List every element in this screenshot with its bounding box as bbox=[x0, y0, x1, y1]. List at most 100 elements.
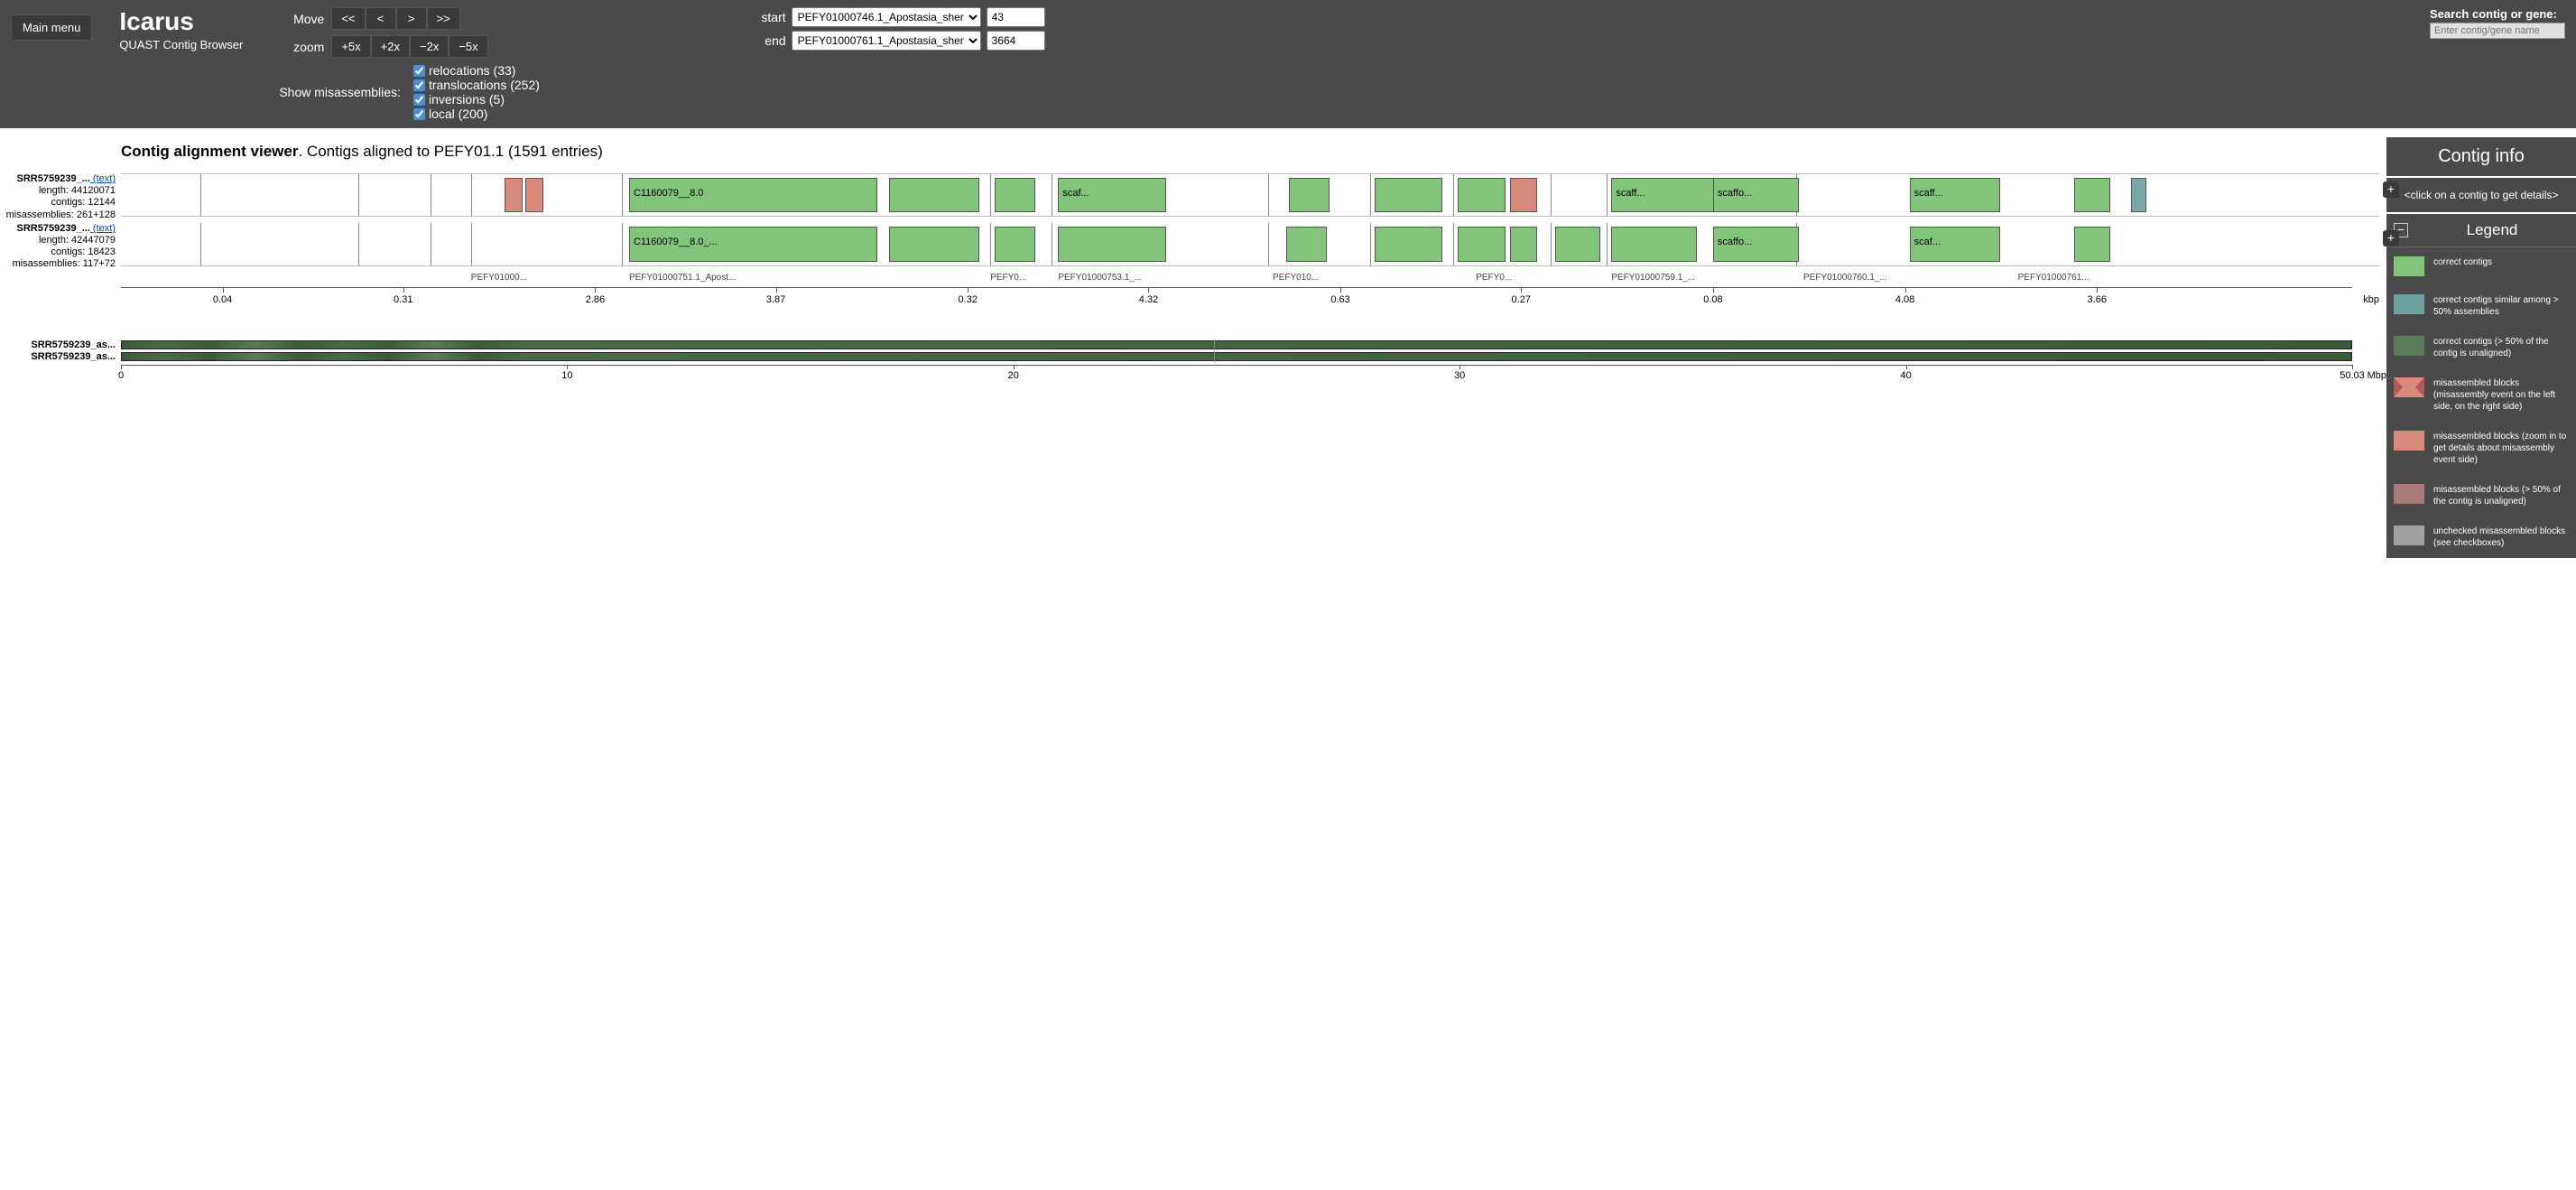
start-select[interactable]: PEFY01000746.1_Apostasia_shenz... bbox=[792, 7, 981, 27]
contig-block[interactable] bbox=[1510, 227, 1537, 262]
mini-tick-label: 0 bbox=[118, 370, 124, 381]
reference-label: PEFY010... bbox=[1273, 273, 1319, 283]
misassembly-checkbox[interactable] bbox=[413, 108, 425, 120]
contig-block[interactable] bbox=[1375, 227, 1442, 262]
legend-item: unchecked misassembled blocks (see check… bbox=[2386, 516, 2576, 558]
contig-block[interactable] bbox=[1611, 227, 1697, 262]
search-block: Search contig or gene: bbox=[2430, 7, 2565, 39]
mini-tick-label: 30 bbox=[1454, 370, 1465, 381]
contig-block[interactable] bbox=[889, 178, 979, 212]
axis-tick-label: 0.31 bbox=[394, 294, 412, 305]
misassembly-checkbox[interactable] bbox=[413, 94, 425, 106]
legend-swatch bbox=[2394, 294, 2424, 314]
legend-swatch bbox=[2394, 336, 2424, 356]
contig-block[interactable] bbox=[1058, 227, 1166, 262]
mini-tick-label: 10 bbox=[561, 370, 572, 381]
contig-block[interactable] bbox=[1510, 178, 1537, 212]
track-stat: length: 42447079 bbox=[4, 235, 116, 246]
misassembly-label-text: translocations (252) bbox=[429, 78, 540, 92]
search-label: Search contig or gene: bbox=[2430, 7, 2565, 21]
axis-tick-label: 2.86 bbox=[586, 294, 605, 305]
contig-block[interactable] bbox=[889, 227, 979, 262]
legend-item: misassembled blocks (> 50% of the contig… bbox=[2386, 475, 2576, 516]
start-label: start bbox=[750, 10, 786, 24]
contig-block[interactable]: scaffo... bbox=[1713, 178, 1799, 212]
overview-track[interactable] bbox=[121, 340, 2352, 349]
contig-block[interactable] bbox=[2074, 227, 2110, 262]
misassembly-item: local (200) bbox=[413, 107, 540, 121]
contig-block[interactable] bbox=[2131, 178, 2147, 212]
move-button[interactable]: << bbox=[331, 7, 365, 30]
end-input[interactable] bbox=[987, 31, 1045, 51]
contig-block[interactable] bbox=[1458, 227, 1506, 262]
axis-tick-label: 4.32 bbox=[1139, 294, 1158, 305]
contig-block[interactable] bbox=[995, 227, 1035, 262]
move-button[interactable]: > bbox=[396, 7, 427, 30]
track-text-link[interactable]: (text) bbox=[90, 223, 116, 234]
zoom-button[interactable]: +2x bbox=[371, 35, 410, 58]
contig-block[interactable] bbox=[995, 178, 1035, 212]
expand-track-button[interactable]: + bbox=[2383, 181, 2399, 198]
end-select[interactable]: PEFY01000761.1_Apostasia_shenz... bbox=[792, 31, 981, 51]
move-button[interactable]: < bbox=[366, 7, 396, 30]
contig-block[interactable]: C1160079__8.0 bbox=[629, 178, 877, 212]
contig-block[interactable]: scaffo... bbox=[1713, 227, 1799, 262]
contig-block[interactable] bbox=[505, 178, 523, 212]
legend-text: unchecked misassembled blocks (see check… bbox=[2433, 525, 2569, 549]
axis-tick-label: 0.27 bbox=[1512, 294, 1531, 305]
zoom-label: zoom bbox=[279, 40, 324, 54]
contig-block[interactable] bbox=[2074, 178, 2110, 212]
title-block: Icarus QUAST Contig Browser bbox=[119, 7, 243, 51]
overview-track-label: SRR5759239_as... bbox=[4, 351, 121, 362]
reference-label: PEFY01000761... bbox=[2018, 273, 2090, 283]
track-area[interactable]: C1160079__8.0scaf...scaff...scaffo...sca… bbox=[121, 173, 2379, 217]
reference-label: PEFY01000753.1_... bbox=[1058, 273, 1142, 283]
legend-title: Legend bbox=[2415, 221, 2569, 239]
axis-tick-label: 0.63 bbox=[1330, 294, 1349, 305]
misassembly-item: inversions (5) bbox=[413, 92, 540, 107]
main-menu-button[interactable]: Main menu bbox=[11, 14, 92, 41]
misassembly-checkbox[interactable] bbox=[413, 65, 425, 77]
end-label: end bbox=[750, 33, 786, 48]
contig-block[interactable] bbox=[1289, 178, 1330, 212]
misassembly-label-text: inversions (5) bbox=[429, 92, 505, 107]
reference-label: PEFY01000... bbox=[471, 273, 527, 283]
contig-block[interactable]: scaff... bbox=[1910, 178, 2000, 212]
legend-item: correct contigs bbox=[2386, 247, 2576, 285]
legend-swatch bbox=[2394, 525, 2424, 545]
track-area[interactable]: C1160079__8.0_...scaffo...scaf...+ bbox=[121, 223, 2379, 266]
axis-tick-label: 3.87 bbox=[766, 294, 785, 305]
expand-track-button[interactable]: + bbox=[2383, 230, 2399, 246]
controls-block: Move <<<>>> zoom +5x+2x−2x−5x start PEFY… bbox=[279, 7, 2430, 121]
track-row: SRR5759239_... (text)length: 44120071con… bbox=[4, 173, 2379, 221]
contig-block[interactable] bbox=[525, 178, 543, 212]
misassembly-checkbox[interactable] bbox=[413, 79, 425, 91]
contig-block[interactable]: C1160079__8.0_... bbox=[629, 227, 877, 262]
move-button[interactable]: >> bbox=[427, 7, 460, 30]
contig-block[interactable]: scaf... bbox=[1910, 227, 2000, 262]
search-input[interactable] bbox=[2430, 23, 2565, 39]
legend-item: correct contigs similar among > 50% asse… bbox=[2386, 285, 2576, 327]
reference-label: PEFY0... bbox=[990, 273, 1026, 283]
contig-block[interactable] bbox=[1286, 227, 1327, 262]
axis-tick-label: 4.08 bbox=[1895, 294, 1914, 305]
contig-block[interactable] bbox=[1555, 227, 1600, 262]
zoom-button[interactable]: +5x bbox=[331, 35, 370, 58]
contig-block[interactable]: scaf... bbox=[1058, 178, 1166, 212]
legend-text: misassembled blocks (> 50% of the contig… bbox=[2433, 484, 2569, 507]
zoom-button[interactable]: −5x bbox=[449, 35, 487, 58]
start-input[interactable] bbox=[987, 7, 1045, 27]
legend-text: misassembled blocks (zoom in to get deta… bbox=[2433, 431, 2569, 466]
mini-tick-label: 50.03 bbox=[2340, 370, 2365, 381]
contig-block[interactable] bbox=[1458, 178, 1506, 212]
legend-item: misassembled blocks (misassembly event o… bbox=[2386, 368, 2576, 422]
reference-label: PEFY01000760.1_... bbox=[1803, 273, 1887, 283]
track-name: SRR5759239_... bbox=[17, 223, 90, 234]
track-text-link[interactable]: (text) bbox=[90, 173, 116, 184]
contig-block[interactable] bbox=[1375, 178, 1442, 212]
misassembly-label-text: relocations (33) bbox=[429, 63, 516, 78]
legend-text: correct contigs (> 50% of the contig is … bbox=[2433, 336, 2569, 359]
track-row: SRR5759239_... (text)length: 42447079con… bbox=[4, 223, 2379, 271]
zoom-button[interactable]: −2x bbox=[410, 35, 449, 58]
overview-track[interactable] bbox=[121, 352, 2352, 361]
